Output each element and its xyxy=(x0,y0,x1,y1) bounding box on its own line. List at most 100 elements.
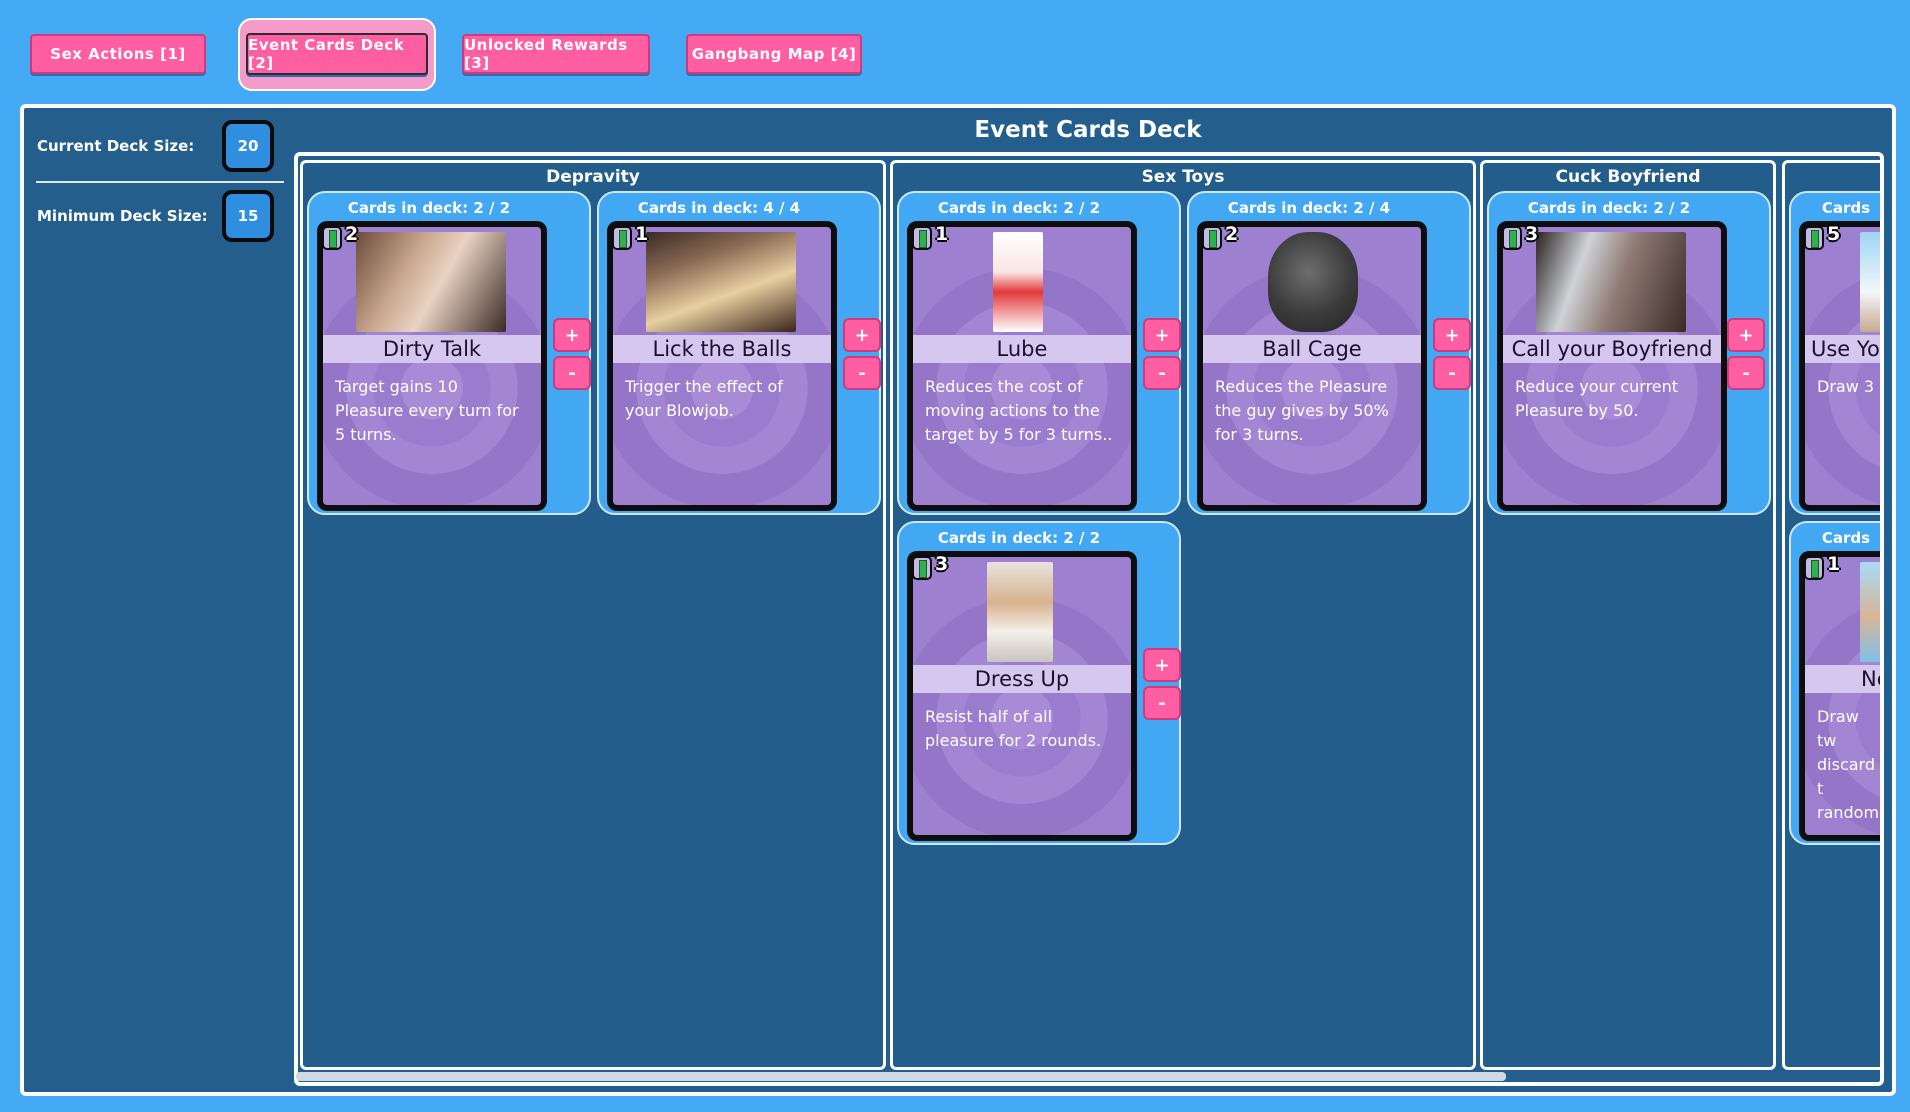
card-cost: 5 xyxy=(1801,223,1855,251)
category-title: Cuck Boyfriend xyxy=(1555,167,1701,187)
card-dirty-talk[interactable]: Dirty Talk Target gains 10 Pleasure ever… xyxy=(317,221,547,511)
remove-card-button[interactable]: - xyxy=(553,356,591,390)
add-card-button[interactable]: + xyxy=(843,318,881,352)
remove-card-button[interactable]: - xyxy=(1727,356,1765,390)
card-use-you[interactable]: Use You Draw 3 c 5 xyxy=(1799,221,1884,511)
card-slot-call-your-boyfriend: Cards in deck: 2 / 2 Call your Boyfriend… xyxy=(1487,191,1771,515)
card-face: Lick the Balls Trigger the effect of you… xyxy=(613,227,831,505)
card-image xyxy=(1268,232,1358,332)
card-cost-value: 5 xyxy=(1827,223,1841,245)
add-card-button[interactable]: + xyxy=(1727,318,1765,352)
minimum-deck-size-label: Minimum Deck Size: xyxy=(37,207,208,225)
cards-in-deck-count: Cards in deck: 2 / 2 xyxy=(1527,199,1691,217)
card-lick-the-balls[interactable]: Lick the Balls Trigger the effect of you… xyxy=(607,221,837,511)
tab-event-cards-deck[interactable]: Event Cards Deck [2] xyxy=(246,33,428,75)
card-cost-value: 2 xyxy=(1225,223,1239,245)
card-slot-lube: Cards in deck: 2 / 2 Lube Reduces the co… xyxy=(897,191,1181,515)
horizontal-scrollbar[interactable] xyxy=(296,1072,1506,1081)
card-face: Use You Draw 3 c xyxy=(1805,227,1884,505)
card-cost: 3 xyxy=(1499,223,1553,251)
energy-battery-icon xyxy=(1804,556,1824,580)
tab-gangbang-map[interactable]: Gangbang Map [4] xyxy=(686,34,862,74)
cards-in-deck-count: Cards in deck: 2 / 2 xyxy=(937,199,1101,217)
card-face: Lube Reduces the cost of moving actions … xyxy=(913,227,1131,505)
card-slot-ne: Cards Ne Draw tw discard t random. 1 xyxy=(1789,521,1880,845)
card-name: Ne xyxy=(1805,665,1880,693)
card-name: Dirty Talk xyxy=(323,335,541,363)
energy-battery-icon xyxy=(1804,226,1824,250)
card-cost-value: 3 xyxy=(935,553,949,575)
category-clipped: Cards Use You Draw 3 c 5 Cards Ne xyxy=(1782,160,1884,1070)
card-slot-ball-cage: Cards in deck: 2 / 4 Ball Cage Reduces t… xyxy=(1187,191,1471,515)
card-cost-value: 1 xyxy=(635,223,649,245)
card-description: Target gains 10 Pleasure every turn for … xyxy=(335,377,519,444)
card-image xyxy=(1536,232,1686,332)
card-cost-value: 2 xyxy=(345,223,359,245)
add-card-button[interactable]: + xyxy=(1433,318,1471,352)
card-description: Reduce your current Pleasure by 50. xyxy=(1515,377,1679,420)
card-face: Ball Cage Reduces the Pleasure the guy g… xyxy=(1203,227,1421,505)
category-sex-toys: Sex Toys Cards in deck: 2 / 2 Lube Reduc… xyxy=(890,160,1476,1070)
card-description: Draw 3 c xyxy=(1817,377,1884,396)
tab-unlocked-rewards[interactable]: Unlocked Rewards [3] xyxy=(462,34,650,74)
remove-card-button[interactable]: - xyxy=(1433,356,1471,390)
deck-scroll-area[interactable]: Depravity Cards in deck: 2 / 2 Dirty Tal… xyxy=(294,152,1884,1086)
card-cost: 3 xyxy=(909,553,963,581)
card-description: Reduces the Pleasure the guy gives by 50… xyxy=(1215,377,1389,444)
remove-card-button[interactable]: - xyxy=(1143,356,1181,390)
cards-in-deck-count: Cards in deck: 2 / 2 xyxy=(937,529,1101,547)
card-face: Dress Up Resist half of all pleasure for… xyxy=(913,557,1131,835)
card-image xyxy=(356,232,506,332)
energy-battery-icon xyxy=(322,226,342,250)
card-slot-dress-up: Cards in deck: 2 / 2 Dress Up Resist hal… xyxy=(897,521,1181,845)
add-card-button[interactable]: + xyxy=(1143,318,1181,352)
card-dress-up[interactable]: Dress Up Resist half of all pleasure for… xyxy=(907,551,1137,841)
card-face: Ne Draw tw discard t random. xyxy=(1805,557,1880,835)
cards-in-deck-count: Cards in deck: 2 / 4 xyxy=(1227,199,1391,217)
card-slot-use-you: Cards Use You Draw 3 c 5 xyxy=(1789,191,1884,515)
category-cuck-boyfriend: Cuck Boyfriend Cards in deck: 2 / 2 Call… xyxy=(1480,160,1776,1070)
card-description: Reduces the cost of moving actions to th… xyxy=(925,377,1113,444)
remove-card-button[interactable]: - xyxy=(843,356,881,390)
card-cost: 1 xyxy=(1801,553,1855,581)
current-deck-size-value: 20 xyxy=(222,120,274,172)
card-image xyxy=(993,232,1043,332)
card-cost-value: 3 xyxy=(1525,223,1539,245)
card-face: Dirty Talk Target gains 10 Pleasure ever… xyxy=(323,227,541,505)
add-card-button[interactable]: + xyxy=(1143,648,1181,682)
category-depravity: Depravity Cards in deck: 2 / 2 Dirty Tal… xyxy=(300,160,886,1070)
card-image xyxy=(646,232,796,332)
card-name: Lube xyxy=(913,335,1131,363)
card-name: Use You xyxy=(1805,335,1880,363)
card-lube[interactable]: Lube Reduces the cost of moving actions … xyxy=(907,221,1137,511)
card-cost: 1 xyxy=(909,223,963,251)
energy-battery-icon xyxy=(912,226,932,250)
card-cost-value: 1 xyxy=(935,223,949,245)
category-title: Sex Toys xyxy=(1141,167,1225,187)
card-slot-dirty-talk: Cards in deck: 2 / 2 Dirty Talk Target g… xyxy=(307,191,591,515)
card-name: Lick the Balls xyxy=(613,335,831,363)
card-call-your-boyfriend[interactable]: Call your Boyfriend Reduce your current … xyxy=(1497,221,1727,511)
deck-title: Event Cards Deck xyxy=(974,117,1202,143)
card-cost: 2 xyxy=(1199,223,1253,251)
card-name: Call your Boyfriend xyxy=(1503,335,1721,363)
cards-in-deck-count: Cards xyxy=(1821,529,1871,547)
card-face: Call your Boyfriend Reduce your current … xyxy=(1503,227,1721,505)
card-image xyxy=(1860,232,1880,332)
energy-battery-icon xyxy=(1202,226,1222,250)
category-title: Depravity xyxy=(546,167,640,187)
card-slot-lick-the-balls: Cards in deck: 4 / 4 Lick the Balls Trig… xyxy=(597,191,881,515)
energy-battery-icon xyxy=(1502,226,1522,250)
card-description: Trigger the effect of your Blowjob. xyxy=(625,377,783,420)
remove-card-button[interactable]: - xyxy=(1143,686,1181,720)
tab-sex-actions[interactable]: Sex Actions [1] xyxy=(30,34,206,74)
card-ball-cage[interactable]: Ball Cage Reduces the Pleasure the guy g… xyxy=(1197,221,1427,511)
energy-battery-icon xyxy=(612,226,632,250)
card-description: Resist half of all pleasure for 2 rounds… xyxy=(925,707,1102,750)
card-ne[interactable]: Ne Draw tw discard t random. 1 xyxy=(1799,551,1880,841)
add-card-button[interactable]: + xyxy=(553,318,591,352)
current-deck-size-label: Current Deck Size: xyxy=(37,137,195,155)
minimum-deck-size-value: 15 xyxy=(222,190,274,242)
card-name: Ball Cage xyxy=(1203,335,1421,363)
cards-in-deck-count: Cards xyxy=(1821,199,1871,217)
